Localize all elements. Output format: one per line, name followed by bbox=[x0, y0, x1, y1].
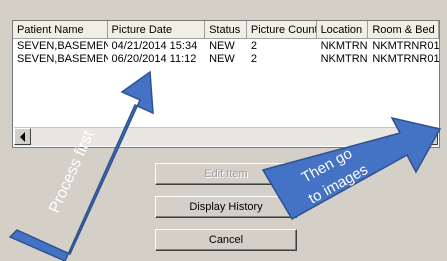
column-header-room-bed[interactable]: Room & Bed bbox=[368, 21, 439, 39]
table-row[interactable]: SEVEN,BASEMENT 04/21/2014 15:34 NEW 2 NK… bbox=[13, 40, 439, 53]
cell-location: NKMTRN bbox=[320, 53, 368, 65]
list-header: Patient Name Picture Date Status Picture… bbox=[13, 21, 439, 39]
cell-picture-count: 2 bbox=[250, 40, 258, 52]
chevron-left-icon bbox=[20, 132, 25, 142]
scroll-left-button[interactable] bbox=[14, 128, 31, 145]
horizontal-scrollbar[interactable] bbox=[14, 127, 438, 146]
cell-picture-count: 2 bbox=[250, 53, 258, 65]
cell-location: NKMTRN bbox=[320, 40, 368, 52]
window-panel: Patient Name Picture Date Status Picture… bbox=[0, 0, 447, 261]
cell-room-bed: NKMTRNR01-07 bbox=[372, 53, 439, 65]
edit-item-button[interactable]: Edit Item bbox=[155, 163, 297, 185]
chevron-right-icon bbox=[428, 132, 433, 142]
list-body: SEVEN,BASEMENT 04/21/2014 15:34 NEW 2 NK… bbox=[13, 40, 439, 66]
column-header-picture-count[interactable]: Picture Count bbox=[246, 21, 317, 39]
table-row[interactable]: SEVEN,BASEMENT 06/20/2014 11:12 NEW 2 NK… bbox=[13, 53, 439, 66]
cell-status: NEW bbox=[209, 40, 235, 52]
column-header-location[interactable]: Location bbox=[316, 21, 369, 39]
column-header-status[interactable]: Status bbox=[205, 21, 247, 39]
cell-room-bed: NKMTRNR01-06 bbox=[372, 40, 439, 52]
column-header-patient-name[interactable]: Patient Name bbox=[13, 21, 108, 39]
scroll-right-button[interactable] bbox=[421, 128, 438, 145]
cancel-button[interactable]: Cancel bbox=[155, 229, 297, 251]
cell-picture-date: 06/20/2014 11:12 bbox=[111, 53, 197, 65]
display-history-button[interactable]: Display History bbox=[155, 196, 297, 218]
cell-status: NEW bbox=[209, 53, 235, 65]
cell-patient-name: SEVEN,BASEMENT bbox=[17, 53, 108, 65]
cell-picture-date: 04/21/2014 15:34 bbox=[111, 40, 198, 52]
cell-patient-name: SEVEN,BASEMENT bbox=[17, 40, 108, 52]
to-images-label: to images bbox=[306, 161, 371, 207]
patient-picture-list[interactable]: Patient Name Picture Date Status Picture… bbox=[12, 20, 440, 148]
then-go-label: Then go bbox=[299, 145, 355, 187]
column-header-picture-date[interactable]: Picture Date bbox=[107, 21, 206, 39]
